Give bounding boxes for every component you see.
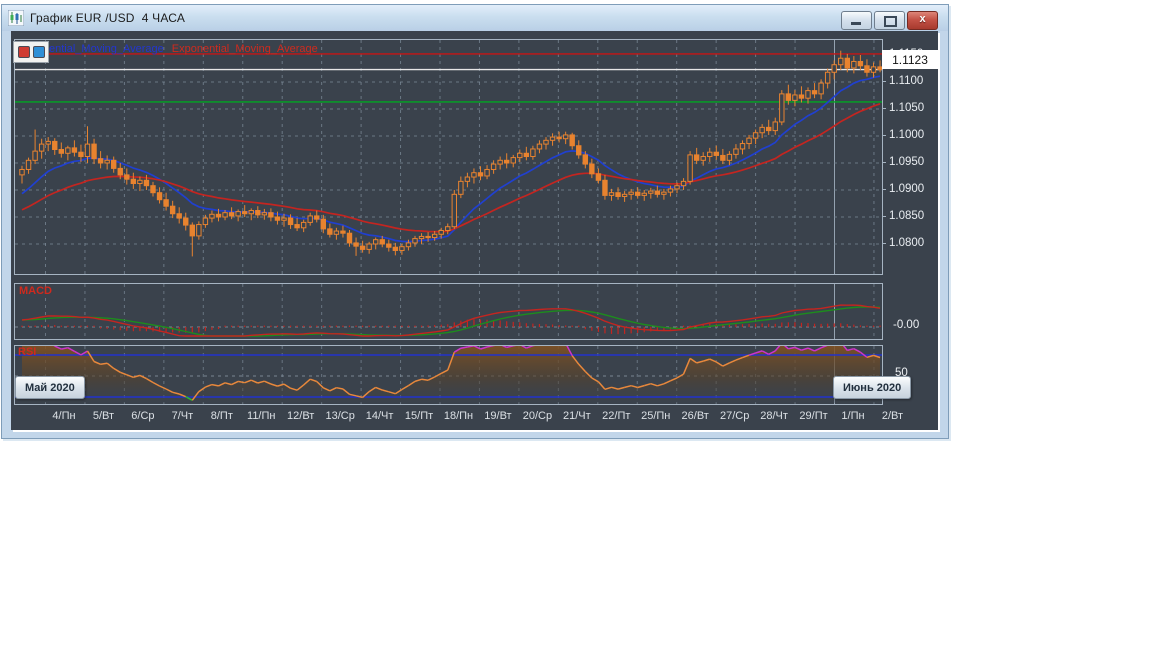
candlestick-chart[interactable] (15, 40, 882, 274)
date-axis-label: 15/Пт (404, 410, 434, 422)
maximize-button[interactable] (874, 11, 905, 30)
rsi-chart[interactable] (15, 346, 882, 404)
rsi-panel[interactable] (14, 345, 883, 405)
date-axis-label: 20/Ср (522, 410, 553, 422)
macd-chart[interactable] (15, 284, 882, 339)
date-axis-label: 28/Чт (760, 410, 788, 422)
price-axis-label: 1.0850 (889, 210, 925, 222)
date-axis-label: 27/Ср (719, 410, 750, 422)
month-button-may[interactable]: Май 2020 (15, 376, 85, 399)
macd-zero-label: -0.00 (893, 319, 920, 331)
macd-panel[interactable] (14, 283, 883, 340)
date-axis-label: 26/Вт (681, 410, 709, 422)
date-axis-label: 25/Пн (641, 410, 671, 422)
price-axis-label: 1.1050 (889, 102, 925, 114)
legend-toggle-box (13, 41, 49, 63)
month-button-june[interactable]: Июнь 2020 (833, 376, 912, 399)
minimize-icon (851, 22, 861, 25)
date-axis-label: 4/Пн (52, 410, 76, 422)
price-axis-tick (882, 81, 886, 82)
chart-window: График EUR /USD 4 ЧАСА x ential_Moving_A… (1, 4, 949, 439)
price-axis-tick (882, 135, 886, 136)
current-price-box: 1.1123 (882, 50, 938, 69)
date-axis-label: 5/Вт (92, 410, 115, 422)
ma-legend-label: ential_Moving_Average (49, 43, 164, 55)
price-axis-label: 1.0900 (889, 183, 925, 195)
date-axis-label: 8/Пт (210, 410, 233, 422)
window-title: График EUR /USD 4 ЧАСА (30, 11, 186, 25)
date-axis-label: 7/Чт (171, 410, 194, 422)
date-axis-label: 14/Чт (365, 410, 394, 422)
price-axis-label: 1.1100 (889, 75, 924, 87)
date-axis-label: 1/Пн (841, 410, 865, 422)
date-axis-label: 22/Пт (602, 410, 631, 422)
minimize-button[interactable] (841, 11, 872, 30)
chart-client-area: ential_Moving_Average Exponential_Moving_… (11, 31, 938, 430)
maximize-icon (884, 16, 897, 27)
legend-blue-swatch[interactable] (32, 46, 45, 58)
legend-red-swatch[interactable] (17, 46, 30, 58)
price-axis-tick (882, 189, 886, 190)
close-icon: x (919, 13, 926, 25)
date-axis-label: 18/Пн (443, 410, 474, 422)
date-axis-label: 6/Ср (131, 410, 155, 422)
date-axis-label: 13/Ср (325, 410, 355, 422)
title-bar[interactable]: График EUR /USD 4 ЧАСА x (2, 5, 948, 31)
date-axis-label: 11/Пн (247, 410, 276, 422)
price-axis-tick (882, 108, 886, 109)
close-button[interactable]: x (907, 11, 938, 30)
price-axis-label: 1.0950 (889, 156, 925, 168)
price-axis-tick (882, 162, 886, 163)
date-axis-label: 29/Пт (799, 410, 828, 422)
macd-label: MACD (19, 285, 52, 297)
candlestick-chart-icon (8, 10, 24, 26)
ema-legend-label: Exponential_Moving_Average (171, 43, 318, 55)
price-axis-tick (882, 243, 886, 244)
price-axis-label: 1.1000 (889, 129, 925, 141)
date-axis-label: 2/Вт (881, 410, 904, 422)
date-axis-label: 21/Чт (563, 410, 591, 422)
price-chart-panel[interactable] (14, 39, 883, 275)
price-axis-tick (882, 216, 886, 217)
rsi-label: RSI (18, 346, 37, 358)
legend: ential_Moving_Average Exponential_Moving_… (49, 43, 318, 55)
date-axis-label: 19/Вт (484, 410, 512, 422)
date-axis-label: 12/Вт (287, 410, 315, 422)
price-axis-label: 1.0800 (889, 237, 925, 249)
